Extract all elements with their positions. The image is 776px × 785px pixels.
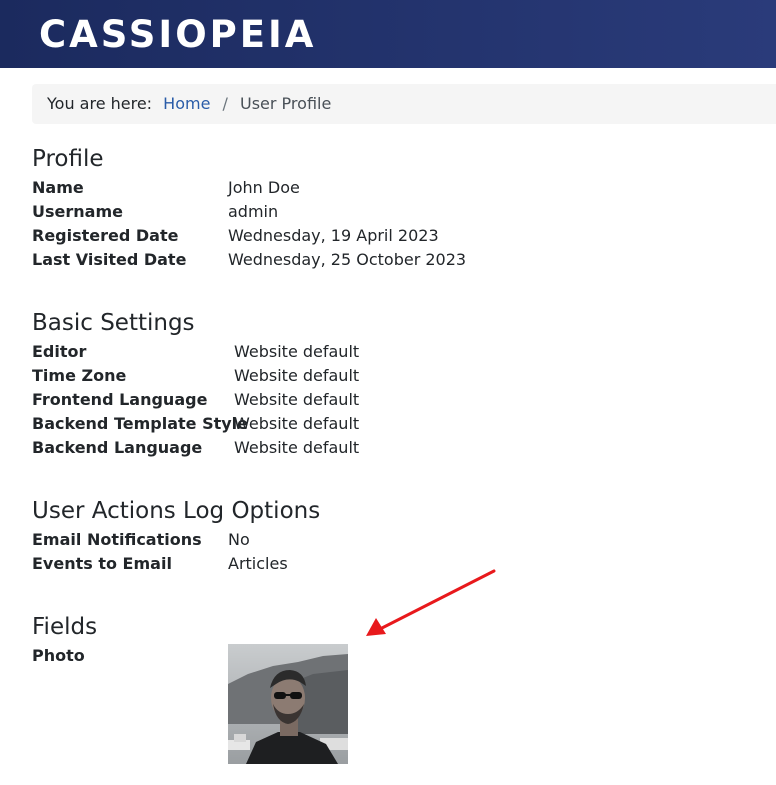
photo-label: Photo: [32, 646, 85, 665]
actions-log-label: Email Notifications: [32, 530, 202, 549]
settings-value: Website default: [234, 390, 360, 409]
site-logo[interactable]: CASSIOPEIA: [39, 10, 316, 60]
settings-label: Frontend Language: [32, 390, 208, 409]
settings-label: Time Zone: [32, 366, 127, 385]
profile-value: Wednesday, 25 October 2023: [228, 250, 467, 269]
fields-heading: Fields: [32, 614, 98, 640]
actions-log-value: Articles: [228, 554, 288, 573]
breadcrumb: You are here: Home / User Profile: [32, 84, 776, 124]
actions-log-value: No: [228, 530, 250, 549]
profile-label: Registered Date: [32, 226, 179, 245]
settings-value: Website default: [234, 438, 360, 457]
breadcrumb-prefix: You are here:: [47, 94, 153, 113]
profile-photo: [228, 644, 348, 764]
settings-value: Website default: [234, 366, 360, 385]
breadcrumb-current: User Profile: [240, 94, 332, 113]
settings-label: Backend Template Style: [32, 414, 249, 433]
profile-heading: Profile: [32, 146, 104, 172]
breadcrumb-home-link[interactable]: Home: [163, 94, 210, 113]
actions-log-label: Events to Email: [32, 554, 172, 573]
settings-value: Website default: [234, 414, 360, 433]
site-header: CASSIOPEIA: [0, 0, 776, 68]
actions-log-heading: User Actions Log Options: [32, 498, 321, 524]
profile-photo-image: [228, 644, 348, 764]
breadcrumb-separator: /: [222, 94, 228, 113]
profile-value: admin: [228, 202, 279, 221]
profile-label: Username: [32, 202, 123, 221]
profile-value: John Doe: [228, 178, 300, 197]
profile-value: Wednesday, 19 April 2023: [228, 226, 439, 245]
settings-label: Backend Language: [32, 438, 203, 457]
profile-label: Name: [32, 178, 84, 197]
settings-label: Editor: [32, 342, 87, 361]
settings-value: Website default: [234, 342, 360, 361]
profile-label: Last Visited Date: [32, 250, 187, 269]
basic-settings-heading: Basic Settings: [32, 310, 195, 336]
